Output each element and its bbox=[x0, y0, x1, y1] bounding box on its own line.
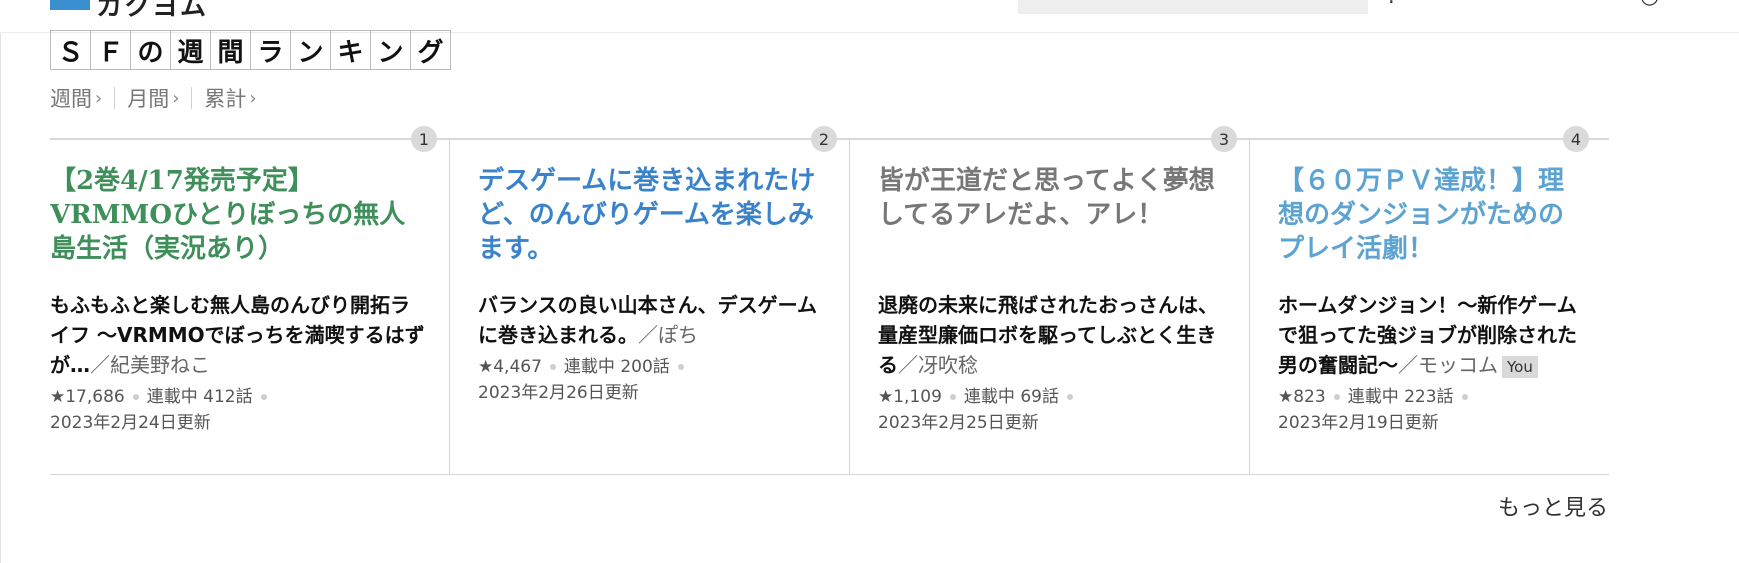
header-menu-icon[interactable]: ? bbox=[1386, 0, 1398, 9]
separator-dot bbox=[260, 394, 267, 400]
heading-char: Ｆ bbox=[90, 30, 131, 70]
work-catchphrase: もふもふと楽しむ無人島のんびり開拓ライフ ～VRMMOでぼっちを満喫するはずが…… bbox=[50, 290, 429, 380]
tab-label: 月間 bbox=[127, 87, 170, 111]
star-count: ★823 bbox=[1278, 387, 1326, 407]
heading-char: 週 bbox=[170, 30, 211, 70]
star-count: ★17,686 bbox=[50, 387, 125, 407]
rank-badge: 2 bbox=[811, 126, 837, 152]
rank-badge: 4 bbox=[1563, 126, 1589, 152]
star-count: ★1,109 bbox=[878, 387, 942, 407]
separator-dot bbox=[677, 364, 684, 370]
ranking-card: 3 皆が王道だと思ってよく夢想してるアレだよ、アレ！ 退廃の未来に飛ばされたおっ… bbox=[850, 126, 1250, 474]
separator-dot bbox=[1333, 394, 1340, 400]
heading-char: ン bbox=[370, 30, 411, 70]
serial-status: 連載中 223話 bbox=[1347, 387, 1454, 407]
work-meta: ★823 連載中 223話 2023年2月19日更新 bbox=[1278, 384, 1589, 436]
work-catchphrase: バランスの良い山本さん、デスゲームに巻き込まれる。／ぽち bbox=[478, 290, 829, 350]
heading-char: 間 bbox=[210, 30, 251, 70]
site-header: カクヨム ? ○ bbox=[0, 0, 1739, 33]
heading-char: ン bbox=[290, 30, 331, 70]
updated-date: 2023年2月25日更新 bbox=[878, 413, 1039, 433]
separator-dot bbox=[1461, 394, 1468, 400]
heading-char: キ bbox=[330, 30, 371, 70]
serial-status: 連載中 412話 bbox=[146, 387, 253, 407]
author-link[interactable]: ／モッコム bbox=[1398, 353, 1498, 377]
updated-date: 2023年2月19日更新 bbox=[1278, 413, 1439, 433]
page-frame-edge bbox=[0, 0, 1, 563]
heading-char: Ｓ bbox=[50, 30, 91, 70]
chevron-right-icon: › bbox=[95, 87, 103, 109]
work-title-link[interactable]: 【2巻4/17発売予定】VRMMOひとりぼっちの無人島生活（実況あり） bbox=[50, 164, 429, 280]
work-meta: ★17,686 連載中 412話 2023年2月24日更新 bbox=[50, 384, 429, 436]
rank-badge: 3 bbox=[1211, 126, 1237, 152]
heading-char: の bbox=[130, 30, 171, 70]
ranking-period-tabs: 週間 › 月間 › 累計 › bbox=[50, 83, 257, 113]
separator-dot bbox=[1066, 394, 1073, 400]
ranking-heading: Ｓ Ｆ の 週 間 ラ ン キ ン グ bbox=[50, 30, 451, 70]
rank-badge: 1 bbox=[411, 126, 437, 152]
separator-dot bbox=[549, 364, 556, 370]
work-title-link[interactable]: 【６０万ＰＶ達成！】理想のダンジョンがためのプレイ活劇！ bbox=[1278, 164, 1589, 280]
author-link[interactable]: ／ぽち bbox=[638, 323, 698, 347]
site-logo-mark[interactable] bbox=[50, 0, 90, 10]
author-link[interactable]: ／冴吹稔 bbox=[898, 353, 978, 377]
work-title-link[interactable]: デスゲームに巻き込まれたけど、のんびりゲームを楽しみます。 bbox=[478, 164, 829, 280]
work-title-link[interactable]: 皆が王道だと思ってよく夢想してるアレだよ、アレ！ bbox=[878, 164, 1229, 280]
tab-total[interactable]: 累計 › bbox=[204, 83, 256, 113]
tab-monthly[interactable]: 月間 › bbox=[127, 83, 179, 113]
site-logo-text[interactable]: カクヨム bbox=[96, 0, 208, 23]
work-meta: ★4,467 連載中 200話 2023年2月26日更新 bbox=[478, 354, 829, 406]
see-more-link[interactable]: もっと見る bbox=[1498, 490, 1608, 522]
user-avatar-icon[interactable]: ○ bbox=[1640, 0, 1659, 9]
work-catchphrase: 退廃の未来に飛ばされたおっさんは、量産型廉価ロボを駆ってしぶとく生きる／冴吹稔 bbox=[878, 290, 1229, 380]
serial-status: 連載中 200話 bbox=[563, 357, 670, 377]
chevron-right-icon: › bbox=[172, 87, 180, 109]
tab-label: 週間 bbox=[50, 87, 92, 111]
work-catchphrase: ホームダンジョン！～新作ゲームで狙ってた強ジョブが削除された男の奮闘記～／モッコ… bbox=[1278, 290, 1589, 380]
separator-dot bbox=[132, 394, 139, 400]
chevron-right-icon: › bbox=[249, 87, 257, 109]
updated-date: 2023年2月24日更新 bbox=[50, 413, 211, 433]
tab-weekly[interactable]: 週間 › bbox=[50, 83, 102, 113]
ranking-card: 2 デスゲームに巻き込まれたけど、のんびりゲームを楽しみます。 バランスの良い山… bbox=[450, 126, 850, 474]
ranking-card: 1 【2巻4/17発売予定】VRMMOひとりぼっちの無人島生活（実況あり） もふ… bbox=[50, 126, 450, 474]
you-badge: You bbox=[1502, 355, 1538, 378]
heading-char: グ bbox=[410, 30, 451, 70]
updated-date: 2023年2月26日更新 bbox=[478, 383, 639, 403]
work-meta: ★1,109 連載中 69話 2023年2月25日更新 bbox=[878, 384, 1229, 436]
heading-char: ラ bbox=[250, 30, 291, 70]
tab-divider bbox=[191, 87, 193, 109]
star-count: ★4,467 bbox=[478, 357, 542, 377]
separator-dot bbox=[949, 394, 956, 400]
tab-divider bbox=[114, 87, 116, 109]
serial-status: 連載中 69話 bbox=[963, 387, 1059, 407]
author-link[interactable]: ／紀美野ねこ bbox=[90, 353, 210, 377]
ranking-card: 4 【６０万ＰＶ達成！】理想のダンジョンがためのプレイ活劇！ ホームダンジョン！… bbox=[1250, 126, 1609, 474]
ranking-list: 1 【2巻4/17発売予定】VRMMOひとりぼっちの無人島生活（実況あり） もふ… bbox=[50, 126, 1609, 475]
search-input[interactable] bbox=[1018, 0, 1368, 14]
tab-label: 累計 bbox=[204, 87, 247, 111]
